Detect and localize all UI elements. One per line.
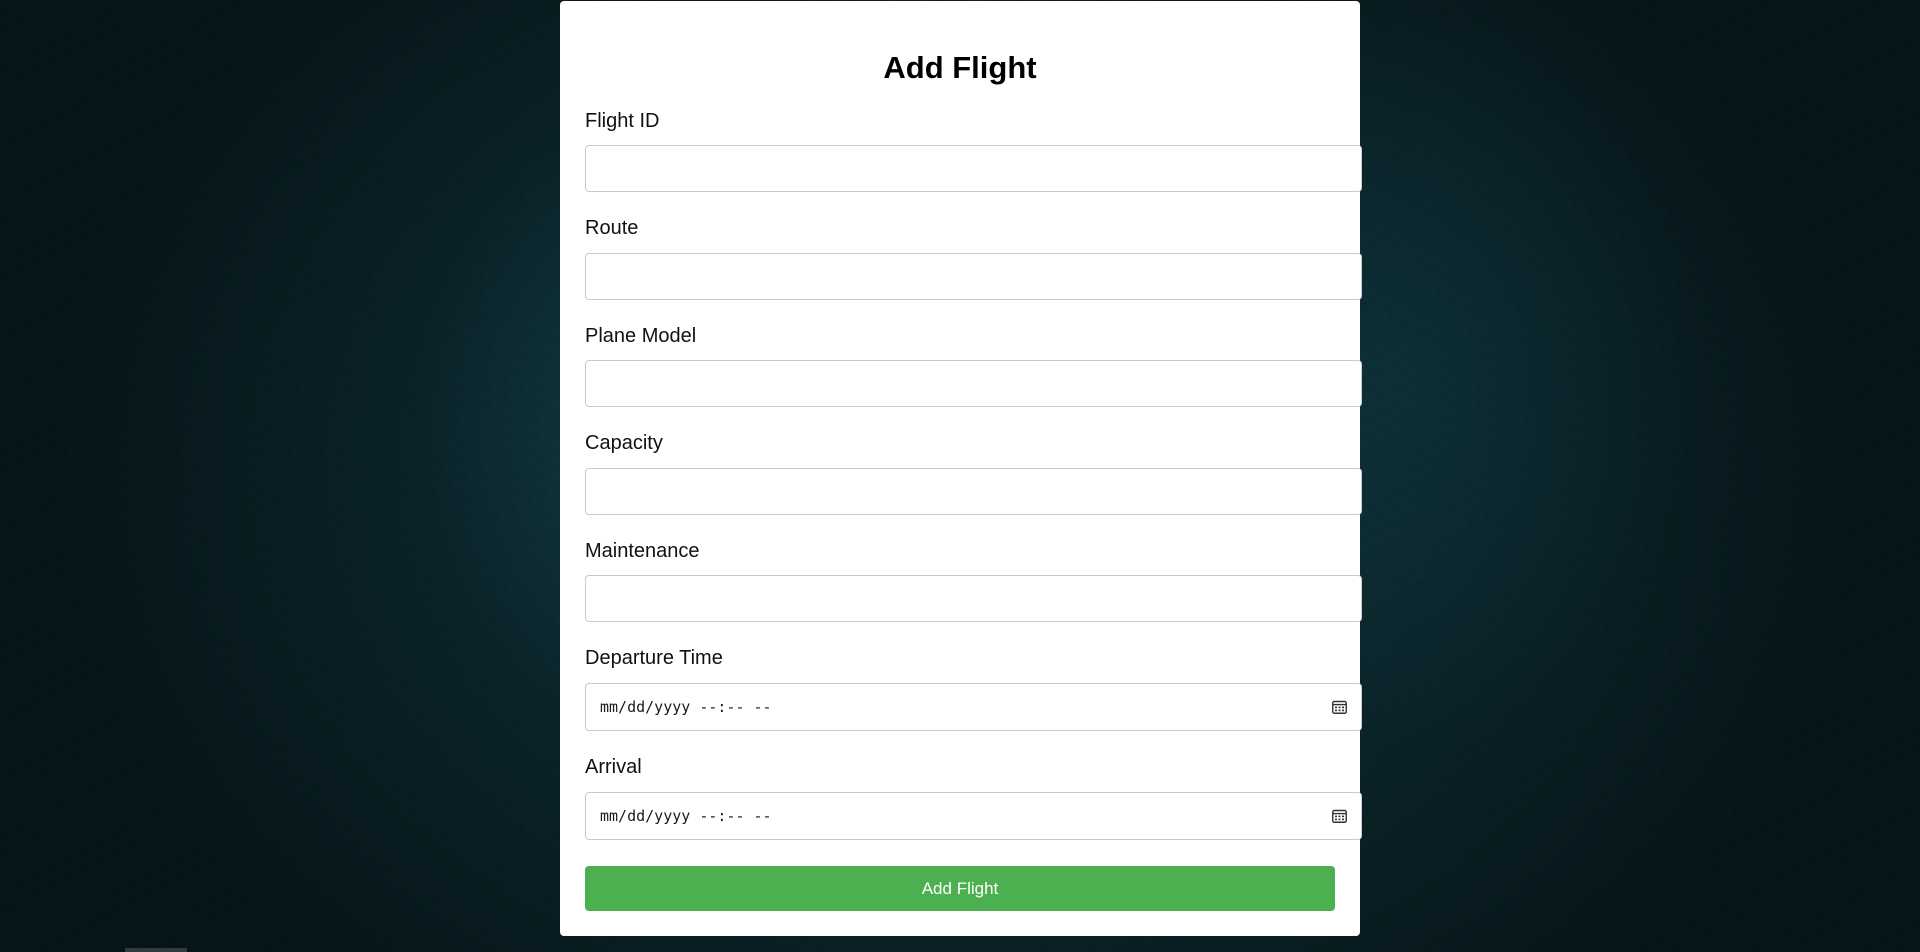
maintenance-label: Maintenance <box>585 540 700 562</box>
calendar-icon[interactable] <box>1332 700 1347 714</box>
departure-time-value: mm/dd/yyyy --:-- -- <box>600 698 772 716</box>
add-flight-card: Add Flight Flight ID Route Plane Model C… <box>560 1 1362 936</box>
departure-time-label: Departure Time <box>585 647 723 669</box>
flight-id-label: Flight ID <box>585 110 660 132</box>
departure-time-input[interactable]: mm/dd/yyyy --:-- -- <box>585 683 1362 731</box>
calendar-icon[interactable] <box>1332 809 1347 823</box>
plane-model-input[interactable] <box>585 360 1362 407</box>
maintenance-input[interactable] <box>585 575 1362 622</box>
window-edge <box>125 948 187 952</box>
capacity-input[interactable] <box>585 468 1362 515</box>
route-label: Route <box>585 217 639 239</box>
capacity-label: Capacity <box>585 432 663 454</box>
add-flight-button[interactable]: Add Flight <box>585 866 1335 911</box>
plane-model-label: Plane Model <box>585 325 697 347</box>
arrival-label: Arrival <box>585 756 642 778</box>
arrival-input[interactable]: mm/dd/yyyy --:-- -- <box>585 792 1362 840</box>
flight-id-input[interactable] <box>585 145 1362 192</box>
page-title: Add Flight <box>883 50 1037 85</box>
route-input[interactable] <box>585 253 1362 300</box>
arrival-value: mm/dd/yyyy --:-- -- <box>600 807 772 825</box>
